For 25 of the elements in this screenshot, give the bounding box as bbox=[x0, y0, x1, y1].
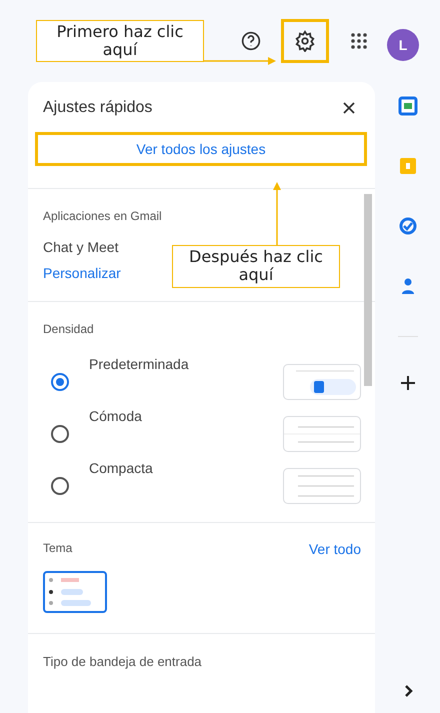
option-label: Cómoda bbox=[89, 408, 142, 424]
radio-button[interactable] bbox=[51, 477, 69, 495]
callout-label: Primero haz clic aquí bbox=[36, 20, 204, 62]
callout-arrow bbox=[272, 182, 282, 246]
calendar-icon[interactable] bbox=[398, 96, 418, 116]
check-circle-icon[interactable] bbox=[398, 216, 418, 236]
section-heading: Tema bbox=[43, 541, 72, 555]
settings-button[interactable] bbox=[281, 19, 329, 63]
scrollbar[interactable] bbox=[364, 194, 372, 386]
section-heading: Tipo de bandeja de entrada bbox=[43, 654, 202, 669]
callout-label: Después haz clic aquí bbox=[172, 245, 340, 288]
section-heading: Aplicaciones en Gmail bbox=[43, 209, 162, 223]
theme-preview[interactable] bbox=[43, 571, 107, 613]
section-heading: Densidad bbox=[43, 322, 94, 338]
panel-title: Ajustes rápidos bbox=[43, 99, 152, 117]
all-settings-button[interactable]: Ver todos los ajustes bbox=[35, 132, 367, 166]
view-all-link[interactable]: Ver todo bbox=[308, 541, 361, 557]
option-label: Chat y Meet bbox=[43, 239, 118, 255]
option-label: Predeterminada bbox=[89, 356, 189, 372]
avatar[interactable]: L bbox=[387, 29, 419, 61]
customize-link[interactable]: Personalizar bbox=[43, 265, 121, 281]
settings-icon bbox=[294, 30, 316, 52]
option-label: Compacta bbox=[89, 460, 153, 476]
radio-button[interactable] bbox=[51, 425, 69, 443]
radio-button[interactable] bbox=[51, 373, 69, 391]
